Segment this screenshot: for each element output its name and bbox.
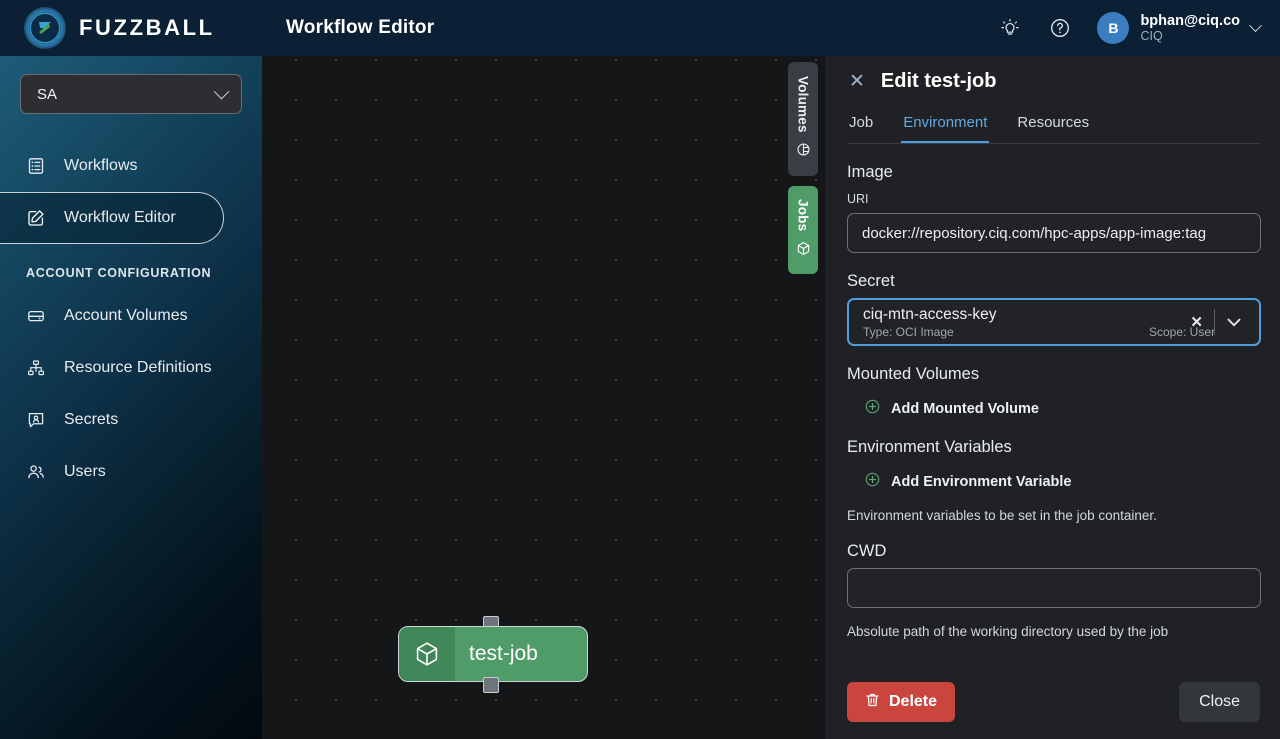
cube-icon	[399, 627, 455, 681]
environment-variables-helper: Environment variables to be set in the j…	[847, 508, 1157, 523]
side-tab-jobs[interactable]: Jobs	[788, 186, 818, 274]
sidebar-item-label: Account Volumes	[64, 307, 188, 324]
panel-tabs: Job Environment Resources	[847, 110, 1260, 144]
top-bar: Workflow Editor B bphan@ciq.co CIQ	[262, 0, 1280, 56]
user-org: CIQ	[1140, 28, 1163, 43]
mounted-volumes-heading: Mounted Volumes	[847, 365, 980, 383]
panel-header: ✕ Edit test-job	[847, 56, 1260, 93]
sidebar-item-resource-definitions[interactable]: Resource Definitions	[0, 342, 262, 394]
secret-section-heading: Secret	[847, 272, 895, 290]
hierarchy-icon	[26, 358, 46, 378]
secret-select[interactable]: ciq-mtn-access-key Type: OCI Image Scope…	[847, 298, 1261, 346]
chevron-down-icon	[1249, 18, 1262, 32]
secret-select-meta: Type: OCI Image Scope: User	[863, 325, 1215, 339]
list-document-icon	[26, 156, 46, 176]
sidebar-item-label: Workflow Editor	[64, 209, 176, 226]
chevron-down-icon	[213, 83, 230, 99]
secret-badge-icon	[26, 410, 46, 430]
sidebar-item-workflows[interactable]: Workflows	[0, 140, 262, 192]
tab-job[interactable]: Job	[847, 110, 875, 143]
question-circle-icon[interactable]	[1047, 15, 1073, 41]
plus-circle-icon	[865, 472, 880, 492]
edit-square-icon	[26, 208, 46, 228]
sidebar-section-label: ACCOUNT CONFIGURATION	[26, 266, 212, 280]
lightbulb-icon[interactable]	[997, 15, 1023, 41]
delete-button[interactable]: Delete	[847, 682, 956, 722]
account-select-value: SA	[37, 85, 58, 103]
account-select[interactable]: SA	[20, 74, 242, 114]
cwd-helper: Absolute path of the working directory u…	[847, 624, 1169, 639]
panel-footer: Delete Close	[847, 682, 1260, 722]
plus-circle-icon	[865, 399, 880, 419]
tab-resources[interactable]: Resources	[1015, 110, 1091, 143]
user-text: bphan@ciq.co CIQ	[1140, 13, 1240, 44]
uri-input[interactable]	[847, 213, 1261, 253]
avatar: B	[1097, 12, 1130, 44]
side-tab-label: Volumes	[795, 75, 811, 133]
add-environment-variable-label: Add Environment Variable	[891, 474, 1072, 490]
brand-name: FUZZBALL	[79, 15, 215, 40]
cwd-label: CWD	[847, 542, 887, 560]
canvas-side-tabs: Volumes Jobs	[788, 62, 818, 274]
sidebar-item-secrets[interactable]: Secrets	[0, 394, 262, 446]
tab-environment[interactable]: Environment	[901, 110, 990, 143]
user-email: bphan@ciq.co	[1140, 12, 1240, 29]
secret-select-controls: ✕	[1179, 300, 1249, 344]
cwd-input[interactable]	[847, 568, 1261, 608]
users-icon	[26, 462, 46, 482]
close-button[interactable]: Close	[1179, 682, 1260, 722]
sidebar-nav: Workflows Workflow Editor ACCOUNT CONFIG…	[0, 140, 262, 498]
environment-variables-heading: Environment Variables	[847, 438, 1012, 456]
node-handle-bottom[interactable]	[483, 677, 499, 693]
sidebar: FUZZBALL SA Workflows Workflow Editor AC…	[0, 0, 262, 739]
page-title: Workflow Editor	[286, 17, 435, 38]
sidebar-item-users[interactable]: Users	[0, 446, 262, 498]
add-environment-variable-button[interactable]: Add Environment Variable	[865, 472, 1260, 492]
add-mounted-volume-label: Add Mounted Volume	[891, 401, 1039, 417]
panel-title: Edit test-job	[880, 70, 997, 92]
cube-icon	[796, 241, 811, 261]
workflow-node-label: test-job	[469, 642, 538, 665]
workflow-node-test-job[interactable]: test-job	[398, 626, 588, 682]
side-tab-volumes[interactable]: Volumes	[788, 62, 818, 176]
chevron-down-icon[interactable]	[1215, 318, 1249, 327]
user-menu[interactable]: B bphan@ciq.co CIQ	[1097, 12, 1262, 44]
delete-button-label: Delete	[889, 693, 938, 710]
sidebar-item-label: Workflows	[64, 157, 138, 174]
image-section-heading: Image	[847, 163, 893, 181]
app-root: FUZZBALL SA Workflows Workflow Editor AC…	[0, 0, 1280, 739]
close-icon[interactable]: ✕	[847, 70, 867, 93]
close-icon[interactable]: ✕	[1179, 313, 1214, 331]
add-mounted-volume-button[interactable]: Add Mounted Volume	[865, 399, 1260, 419]
secret-type: Type: OCI Image	[863, 325, 954, 339]
volume-database-icon	[796, 142, 811, 162]
main-area: Workflow Editor B bphan@ciq.co CIQ Volum…	[262, 0, 1280, 739]
sidebar-item-workflow-editor[interactable]: Workflow Editor	[0, 192, 224, 244]
uri-label: URI	[847, 192, 869, 206]
fuzzball-logo-icon	[24, 7, 66, 49]
top-bar-actions: B bphan@ciq.co CIQ	[997, 12, 1262, 44]
sidebar-item-label: Resource Definitions	[64, 359, 212, 376]
side-tab-label: Jobs	[795, 198, 811, 232]
edit-job-panel: ✕ Edit test-job Job Environment Resource…	[826, 56, 1280, 739]
fuzzball-logo-inner	[30, 13, 60, 43]
brand-bar: FUZZBALL	[0, 0, 262, 56]
sidebar-item-label: Users	[64, 463, 106, 480]
sidebar-item-account-volumes[interactable]: Account Volumes	[0, 290, 262, 342]
trash-icon	[865, 692, 880, 713]
drive-icon	[26, 306, 46, 326]
sidebar-item-label: Secrets	[64, 411, 119, 428]
